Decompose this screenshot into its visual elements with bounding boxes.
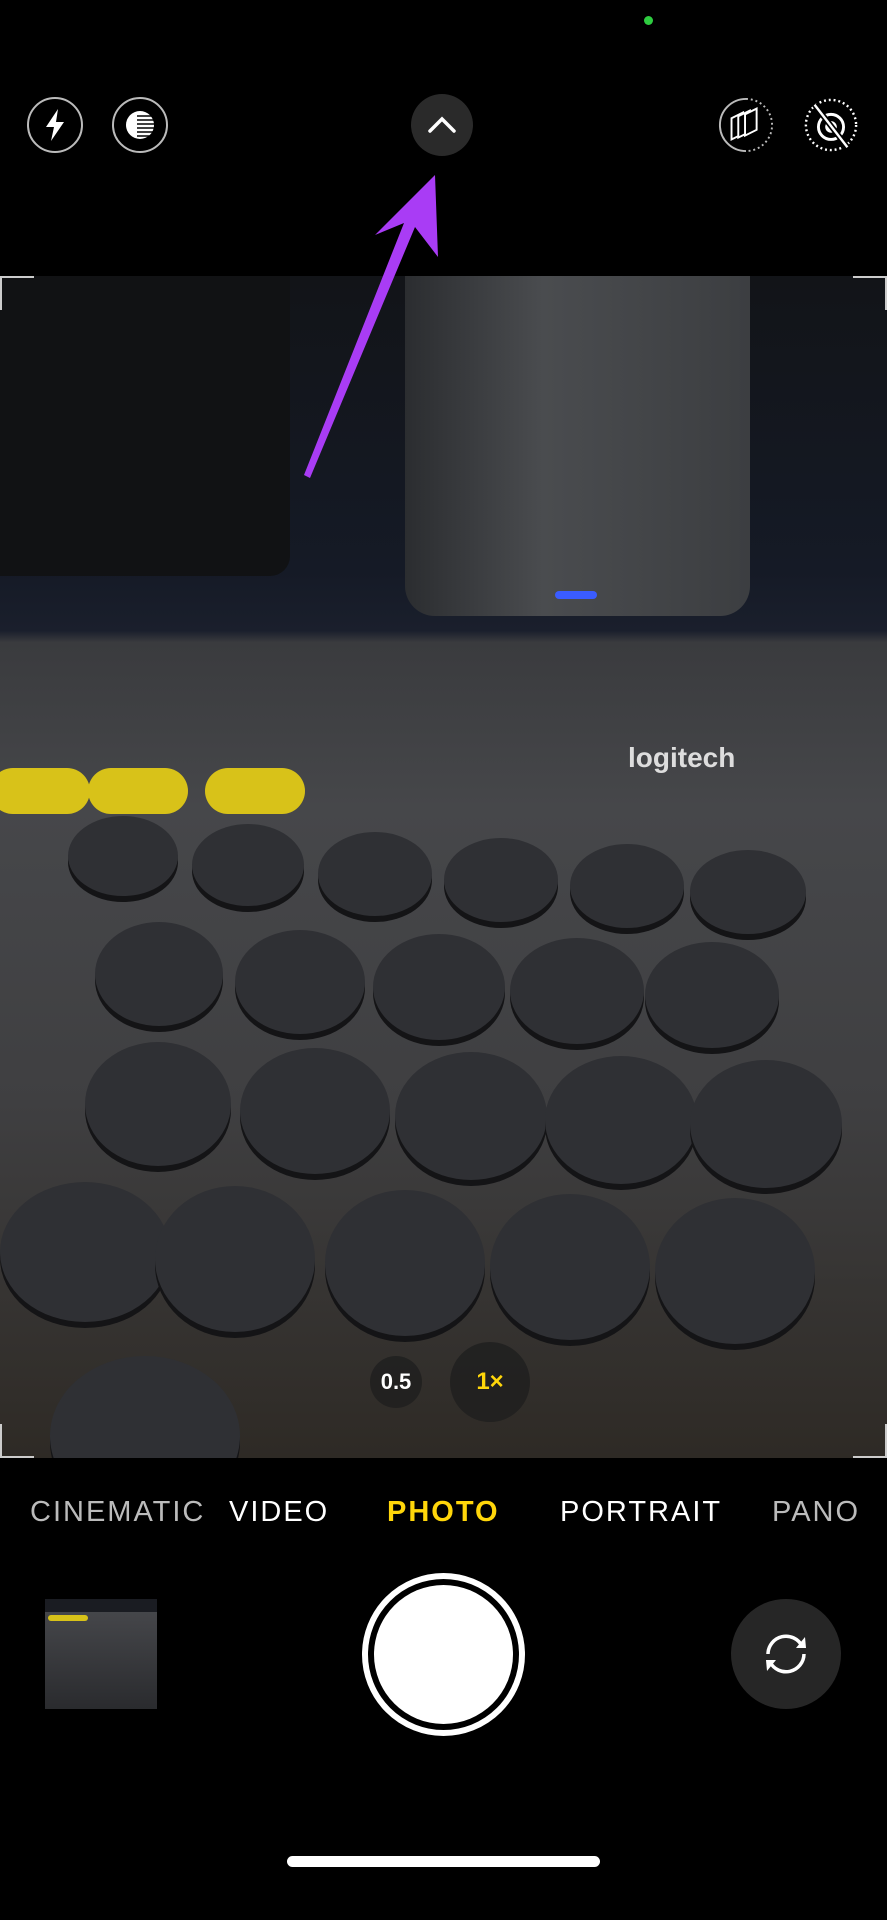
frame-corner: [853, 1424, 887, 1458]
viewfinder-object: [155, 1186, 315, 1332]
mode-pano[interactable]: PANO: [772, 1496, 860, 1529]
chevron-up-icon: [428, 116, 456, 133]
mode-cinematic[interactable]: CINEMATIC: [30, 1496, 205, 1529]
mode-selector[interactable]: CINEMATIC VIDEO PHOTO PORTRAIT PANO: [0, 1496, 887, 1536]
photographic-styles-button[interactable]: [803, 97, 859, 153]
viewfinder-object: [318, 832, 432, 916]
frame-corner: [853, 276, 887, 310]
viewfinder-object: [95, 922, 223, 1026]
viewfinder-object: [395, 1052, 547, 1180]
styles-off-icon: [804, 98, 858, 152]
viewfinder-object: [655, 1198, 815, 1344]
camera-in-use-indicator: [644, 16, 653, 25]
viewfinder-object: [690, 1060, 842, 1188]
viewfinder-object: [88, 768, 188, 814]
viewfinder-object: [68, 816, 178, 896]
viewfinder-object: [690, 850, 806, 934]
keyboard-brand: logitech: [628, 742, 736, 773]
expand-controls-button[interactable]: [411, 94, 473, 156]
annotation-arrow: [304, 175, 438, 478]
home-indicator[interactable]: [287, 1856, 600, 1867]
night-mode-icon: [126, 111, 154, 139]
mode-portrait[interactable]: PORTRAIT: [560, 1496, 722, 1529]
night-mode-button[interactable]: [112, 97, 168, 153]
viewfinder-object: [0, 276, 290, 576]
mode-photo[interactable]: PHOTO: [387, 1496, 500, 1529]
viewfinder-object: [490, 1194, 650, 1340]
viewfinder-object: [240, 1048, 390, 1174]
flash-icon: [46, 109, 64, 141]
viewfinder-object: [545, 1056, 697, 1184]
shutter-button[interactable]: [362, 1573, 525, 1736]
live-photo-button[interactable]: [718, 97, 774, 153]
viewfinder-object: [205, 768, 305, 814]
mode-video[interactable]: VIDEO: [229, 1496, 329, 1529]
zoom-1x-button[interactable]: 1×: [450, 1342, 530, 1422]
viewfinder-object: [645, 942, 779, 1048]
zoom-0.5-button[interactable]: 0.5: [370, 1356, 422, 1408]
viewfinder-object: [0, 1182, 170, 1322]
flash-button[interactable]: [27, 97, 83, 153]
viewfinder-object: [85, 1042, 231, 1166]
viewfinder-object: [325, 1190, 485, 1336]
viewfinder-object: [444, 838, 558, 922]
switch-camera-icon: [766, 1634, 806, 1674]
viewfinder-object: [405, 276, 750, 616]
viewfinder-object: [0, 768, 90, 814]
viewfinder-object: [235, 930, 365, 1034]
viewfinder-object: [510, 938, 644, 1044]
live-photo-icon: [718, 97, 774, 153]
last-photo-thumbnail[interactable]: [45, 1599, 157, 1709]
viewfinder-object: [373, 934, 505, 1040]
switch-camera-button[interactable]: [731, 1599, 841, 1709]
viewfinder-object: [192, 824, 304, 906]
viewfinder-object: [570, 844, 684, 928]
frame-corner: [0, 1424, 34, 1458]
frame-corner: [0, 276, 34, 310]
viewfinder-object: [50, 1356, 240, 1458]
